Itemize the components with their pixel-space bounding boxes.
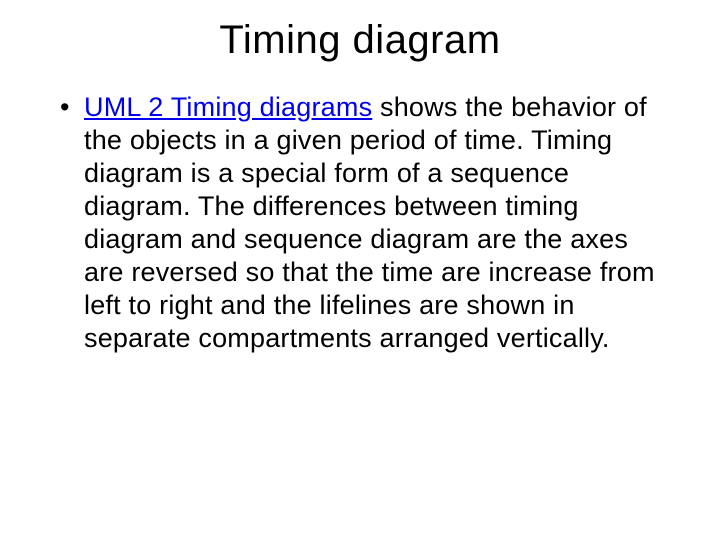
page-title: Timing diagram xyxy=(48,18,672,63)
uml-timing-link[interactable]: UML 2 Timing diagrams xyxy=(84,92,372,122)
list-item: UML 2 Timing diagrams shows the behavior… xyxy=(84,91,672,355)
body-text: UML 2 Timing diagrams shows the behavior… xyxy=(48,91,672,355)
slide: Timing diagram UML 2 Timing diagrams sho… xyxy=(0,0,720,540)
bullet-text: shows the behavior of the objects in a g… xyxy=(84,92,655,353)
bullet-list: UML 2 Timing diagrams shows the behavior… xyxy=(48,91,672,355)
